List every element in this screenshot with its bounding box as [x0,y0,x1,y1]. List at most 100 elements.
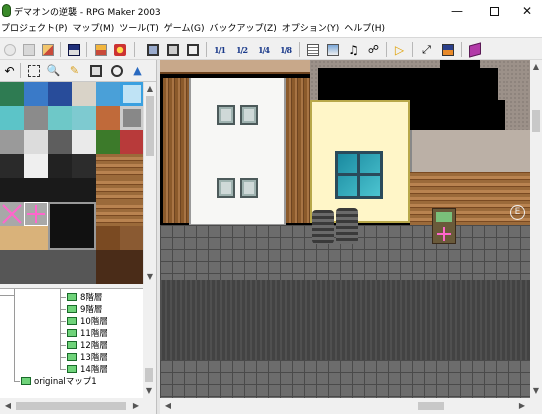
tile-grass[interactable] [0,82,24,106]
main-toolbar: 1/1 1/2 1/4 1/8 ♫ ☍ ▷ ⤢ [0,37,542,60]
menu-game[interactable]: ゲーム(G) [160,22,209,37]
tile-wood-3[interactable] [96,178,120,202]
menu-options[interactable]: オプション(Y) [278,22,344,37]
tile-deep-water[interactable] [48,82,72,106]
zoom-1-2-button[interactable]: 1/2 [234,42,249,57]
material-button[interactable] [325,42,340,57]
menu-backup[interactable]: バックアップ(Z) [206,22,281,37]
zoom-1-4-button[interactable]: 1/4 [256,42,271,57]
zoom-tool-button[interactable]: 🔍 [46,63,61,78]
circle-tool-button[interactable] [109,63,124,78]
minimize-button[interactable]: — [440,0,474,22]
maximize-icon [489,6,499,16]
map-layer-button[interactable] [165,42,180,57]
fill-tool-button[interactable]: ▲ [130,63,145,78]
tile-selected[interactable] [24,202,48,226]
tile-stone[interactable] [24,106,48,130]
menu-tools[interactable]: ツール(T) [115,22,163,37]
tileset-scrollbar[interactable]: ▲ ▼ [143,82,156,284]
tile-black-3[interactable] [72,154,96,178]
tree-item-10[interactable]: 10階層 [60,315,108,327]
tile-black-2[interactable] [48,154,72,178]
tile-window[interactable] [120,106,143,130]
map-event-e-marker[interactable]: E [510,205,525,220]
event-edit-button[interactable] [185,42,200,57]
zoom-1-1-button[interactable]: 1/1 [212,42,227,57]
map-editor-canvas[interactable]: E [160,60,530,398]
tile-bush[interactable] [96,130,120,154]
tile-sea[interactable] [48,106,72,130]
tile-light[interactable] [72,130,96,154]
toolbar-separator [412,42,413,57]
help-button[interactable] [467,41,482,58]
event-layer-button[interactable] [145,42,160,57]
tile-shelf-2[interactable] [120,202,143,226]
undo-button[interactable]: ↶ [2,63,17,78]
tile-water[interactable] [24,82,48,106]
pencil-tool-button[interactable]: ✎ [67,63,82,78]
database-button[interactable] [305,42,320,57]
map-tree-scrollbar[interactable]: ▼ [143,288,156,398]
search-button[interactable]: ☍ [366,42,381,57]
new-project-button[interactable] [2,42,17,57]
select-tool-button[interactable] [26,63,41,78]
scroll-thumb[interactable] [145,368,153,382]
tile-snow[interactable] [72,82,96,106]
maximize-button[interactable] [477,0,511,22]
zoom-1-8-button[interactable]: 1/8 [278,42,293,57]
tile-bookshelf[interactable] [96,250,143,284]
tree-item-8[interactable]: 8階層 [60,291,102,303]
tile-floor-wood[interactable] [0,226,24,250]
tile-sea-2[interactable] [72,106,96,130]
scroll-thumb[interactable] [16,402,126,410]
tile-shelf[interactable] [96,202,120,226]
scroll-thumb[interactable] [532,110,540,132]
menu-map[interactable]: マップ(M) [68,22,118,37]
tree-item-11[interactable]: 11階層 [60,327,108,339]
tile-counter[interactable] [0,250,96,284]
rectangle-tool-button[interactable] [88,63,103,78]
tile-brick[interactable] [96,106,120,130]
tile-flowers[interactable] [120,130,143,154]
menu-help[interactable]: ヘルプ(H) [340,22,389,37]
tile-books-2[interactable] [120,226,143,250]
tile-wood-2[interactable] [120,154,143,178]
scroll-thumb[interactable] [146,96,154,156]
tree-item-14[interactable]: 14階層 [60,363,108,375]
lower-layer-button[interactable] [93,42,108,57]
tile-tv[interactable] [48,202,96,250]
tile-floor-wood-2[interactable] [24,226,48,250]
tile-gray-2[interactable] [0,202,24,226]
tile-ice-edge[interactable] [120,82,143,106]
save-button[interactable] [66,42,81,57]
tile-gray[interactable] [0,130,24,154]
scroll-thumb[interactable] [418,402,444,410]
fullscreen-button[interactable]: ⤢ [419,42,434,57]
tree-item-13[interactable]: 13階層 [60,351,108,363]
tile-wood-4[interactable] [120,178,143,202]
tile-wood[interactable] [96,154,120,178]
tile-shallow[interactable] [0,106,24,130]
tile-books[interactable] [96,226,120,250]
tile-black[interactable] [0,154,24,178]
tree-item-9[interactable]: 9階層 [60,303,102,315]
map-vscrollbar[interactable]: ▲ ▼ [530,60,542,398]
music-button[interactable]: ♫ [346,42,361,57]
tile-dark[interactable] [48,130,72,154]
tree-item-12[interactable]: 12階層 [60,339,108,351]
playtest-button[interactable]: ▷ [392,42,407,57]
upper-layer-button[interactable] [112,42,127,57]
map-tree-hscrollbar[interactable]: ◀ ▶ [0,398,156,414]
open-project-button[interactable] [21,42,36,57]
tile-wall-white[interactable] [24,154,48,178]
tile-ice[interactable] [96,82,120,106]
close-project-button[interactable] [40,42,55,57]
tile-white[interactable] [24,130,48,154]
tileset-palette[interactable] [0,82,143,284]
map-event-object[interactable] [432,208,456,244]
title-screen-button[interactable] [440,42,455,57]
tree-item-original-map[interactable]: originalマップ1 [14,375,97,387]
close-button[interactable]: ✕ [512,0,542,22]
map-hscrollbar[interactable]: ◀ ▶ [160,398,542,414]
menu-project[interactable]: プロジェクト(P) [0,22,71,37]
